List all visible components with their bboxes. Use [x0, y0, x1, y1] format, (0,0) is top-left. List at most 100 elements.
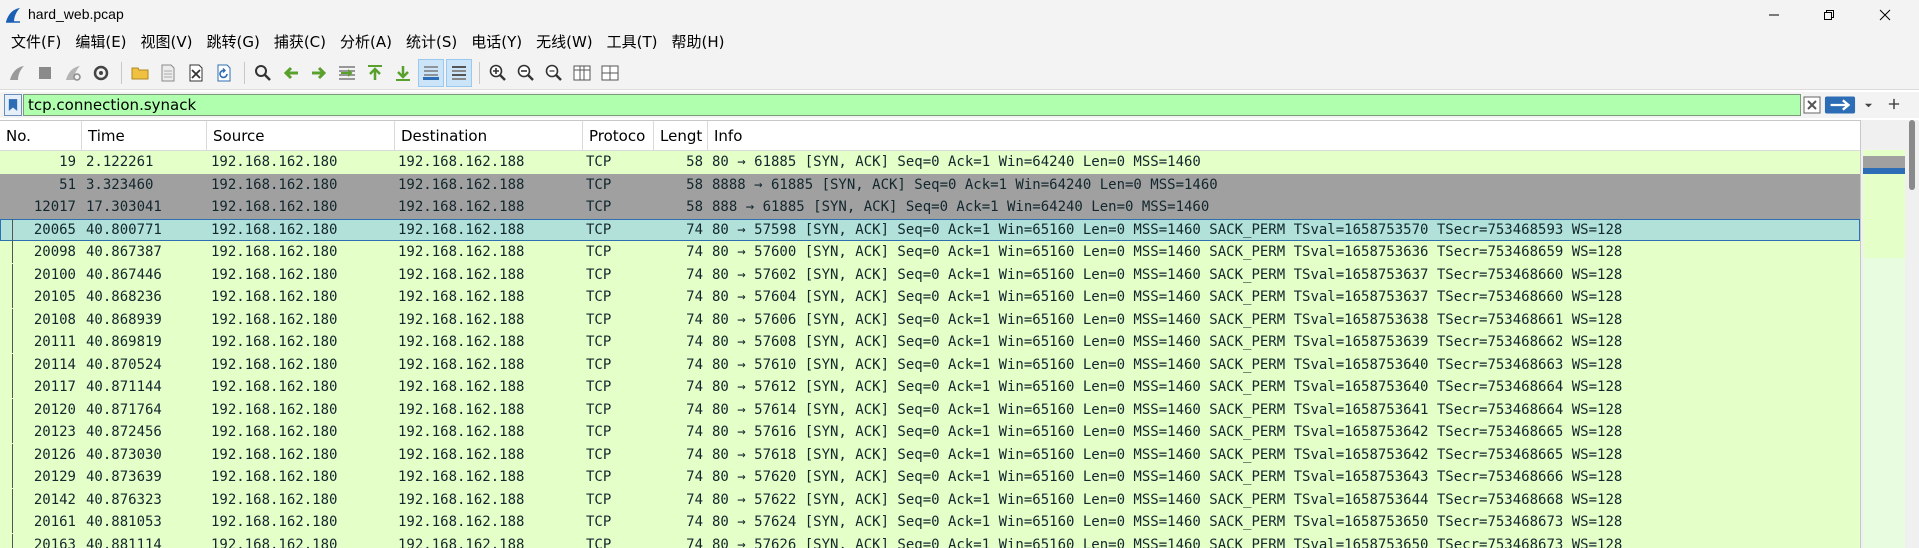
wireshark-fin-icon [4, 6, 22, 24]
go-first-button[interactable] [362, 59, 388, 87]
cell-destination: 192.168.162.188 [398, 491, 525, 508]
cell-no: 20120 [33, 401, 76, 418]
table-row[interactable]: 20111 40.869819 192.168.162.180 192.168.162… [0, 331, 1860, 354]
open-file-button[interactable] [127, 59, 153, 87]
menu-wireless[interactable]: 无线(W) [529, 29, 600, 56]
table-row[interactable]: 20100 40.867446 192.168.162.180 192.168.162… [0, 263, 1860, 286]
cell-length: 74 [686, 446, 703, 463]
menu-telephony[interactable]: 电话(Y) [464, 29, 529, 56]
cell-no: 20161 [33, 514, 76, 530]
table-row[interactable]: 19 2.122261 192.168.162.180 192.168.162.188… [0, 151, 1860, 174]
packet-list-scrollbar[interactable] [1860, 120, 1919, 548]
close-file-icon [189, 64, 203, 81]
table-row[interactable]: 20108 40.868939 192.168.162.180 192.168.162… [0, 308, 1860, 331]
cell-time: 40.800771 [86, 221, 162, 238]
layout-button[interactable] [597, 59, 623, 87]
menu-file[interactable]: 文件(F) [4, 29, 68, 56]
reload-button[interactable] [211, 59, 237, 87]
cell-protocol: TCP [586, 356, 612, 373]
cell-info: 80 → 57614 [SYN, ACK] Seq=0 Ack=1 Win=65… [712, 401, 1623, 418]
table-row[interactable]: 20126 40.873030 192.168.162.180 192.168.162… [0, 443, 1860, 466]
cell-source: 192.168.162.180 [211, 311, 338, 328]
table-row[interactable]: 20129 40.873639 192.168.162.180 192.168.162… [0, 466, 1860, 489]
restart-capture-button[interactable] [60, 59, 86, 87]
resize-columns-button[interactable] [569, 59, 595, 87]
filter-history-dropdown[interactable] [1860, 95, 1876, 115]
column-header-no[interactable]: No. [0, 121, 82, 151]
table-row[interactable]: 20142 40.876323 192.168.162.180 192.168.162… [0, 488, 1860, 511]
display-filter-bar: tcp.connection.synack [0, 92, 1919, 118]
zoom-in-button[interactable] [485, 59, 511, 87]
menu-capture[interactable]: 捕获(C) [267, 29, 333, 56]
packet-minimap[interactable] [1863, 150, 1905, 548]
go-to-packet-icon [339, 65, 355, 80]
menu-analyze[interactable]: 分析(A) [333, 29, 399, 56]
cell-length: 74 [686, 221, 703, 238]
cell-no: 20111 [33, 334, 76, 350]
colorize-button[interactable] [446, 58, 472, 87]
cell-info: 80 → 57608 [SYN, ACK] Seq=0 Ack=1 Win=65… [712, 334, 1623, 350]
cell-protocol: TCP [586, 424, 612, 440]
scrollbar-thumb[interactable] [1909, 120, 1915, 190]
table-row[interactable]: 20105 40.868236 192.168.162.180 192.168.162… [0, 286, 1860, 309]
maximize-button[interactable] [1806, 0, 1852, 29]
find-packet-button[interactable] [250, 59, 276, 87]
table-row[interactable]: 20120 40.871764 192.168.162.180 192.168.162… [0, 398, 1860, 421]
cell-source: 192.168.162.180 [211, 199, 338, 215]
menu-help[interactable]: 帮助(H) [665, 29, 732, 56]
cell-length: 58 [686, 199, 703, 215]
column-header-destination[interactable]: Destination [395, 121, 583, 151]
table-row[interactable]: 20114 40.870524 192.168.162.180 192.168.162… [0, 353, 1860, 376]
menu-statistics[interactable]: 统计(S) [399, 29, 464, 56]
add-filter-button[interactable] [1884, 94, 1904, 116]
zoom-out-button[interactable] [513, 59, 539, 87]
cell-no: 20163 [33, 536, 76, 548]
cell-source: 192.168.162.180 [211, 154, 338, 170]
table-row[interactable]: 20098 40.867387 192.168.162.180 192.168.162… [0, 241, 1860, 264]
table-row[interactable]: 51 3.323460 192.168.162.180 192.168.162.188… [0, 173, 1860, 196]
table-row[interactable]: 12017 17.303041 192.168.162.180 192.168.162… [0, 196, 1860, 219]
table-row[interactable]: 20117 40.871144 192.168.162.180 192.168.162… [0, 376, 1860, 399]
table-row[interactable]: 20123 40.872456 192.168.162.180 192.168.162… [0, 421, 1860, 444]
column-header-source[interactable]: Source [207, 121, 395, 151]
zoom-reset-button[interactable] [541, 59, 567, 87]
go-forward-button[interactable] [306, 59, 332, 87]
minimap-mark [1863, 252, 1905, 258]
autoscroll-button[interactable] [418, 58, 444, 87]
clear-filter-button[interactable] [1802, 95, 1822, 115]
table-row[interactable]: 20163 40.881114 192.168.162.180 192.168.162… [0, 533, 1860, 548]
menu-view[interactable]: 视图(V) [134, 29, 200, 56]
column-header-length[interactable]: Lengt [654, 121, 708, 151]
cell-info: 80 → 57612 [SYN, ACK] Seq=0 Ack=1 Win=65… [712, 379, 1623, 395]
save-file-button[interactable] [155, 59, 181, 87]
menu-go[interactable]: 跳转(G) [200, 29, 267, 56]
cell-destination: 192.168.162.188 [398, 469, 525, 485]
column-header-protocol[interactable]: Protoco [583, 121, 654, 151]
start-capture-button[interactable] [4, 59, 30, 87]
apply-filter-button[interactable] [1823, 95, 1857, 115]
cell-destination: 192.168.162.188 [398, 514, 525, 530]
stop-capture-button[interactable] [32, 59, 58, 87]
open-folder-icon [131, 67, 149, 79]
display-filter-input[interactable]: tcp.connection.synack [23, 94, 1801, 116]
cell-no: 20117 [33, 379, 76, 395]
go-forward-arrow-icon [312, 66, 327, 79]
table-row[interactable]: 20161 40.881053 192.168.162.180 192.168.162… [0, 511, 1860, 534]
autoscroll-icon [423, 65, 439, 80]
restart-fin-icon [66, 65, 81, 81]
close-file-button[interactable] [183, 59, 209, 87]
capture-options-button[interactable] [88, 59, 114, 87]
filter-bookmark-button[interactable] [4, 94, 22, 116]
menu-edit[interactable]: 编辑(E) [68, 29, 133, 56]
menu-tools[interactable]: 工具(T) [600, 29, 665, 56]
column-header-info[interactable]: Info [708, 121, 1860, 151]
go-back-button[interactable] [278, 59, 304, 87]
go-to-packet-button[interactable] [334, 59, 360, 87]
minimize-button[interactable] [1751, 0, 1797, 29]
close-button[interactable] [1862, 0, 1908, 29]
table-row[interactable]: 20065 40.800771 192.168.162.180 192.168.162… [0, 218, 1860, 241]
column-header-time[interactable]: Time [82, 121, 207, 151]
cell-length: 74 [686, 311, 703, 328]
go-last-button[interactable] [390, 59, 416, 87]
cell-source: 192.168.162.180 [211, 334, 338, 350]
